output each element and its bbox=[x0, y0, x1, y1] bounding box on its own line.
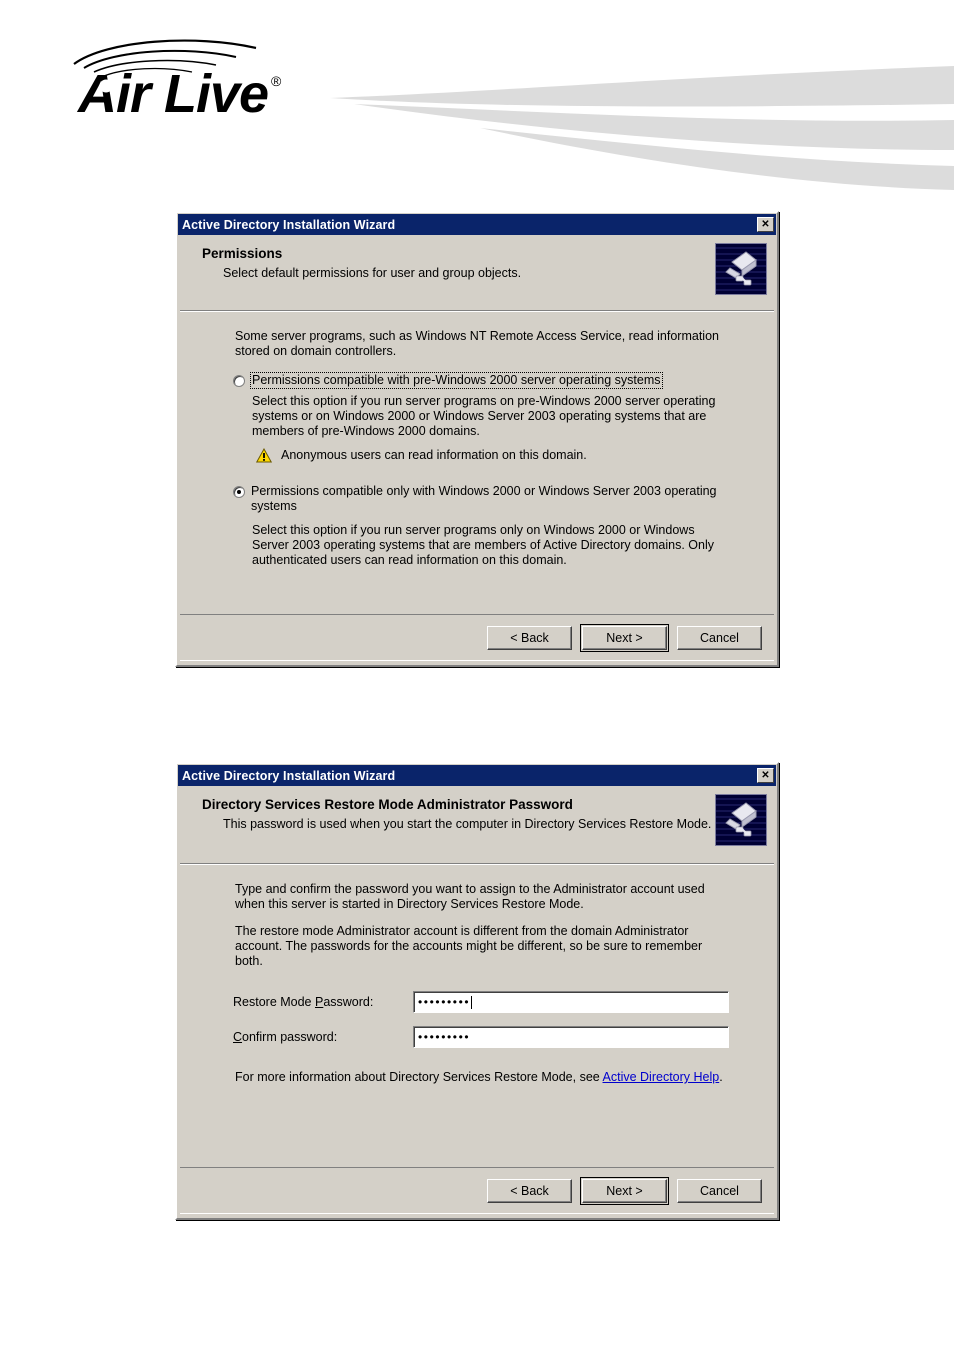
page-title: Permissions bbox=[202, 246, 283, 261]
dialog-titlebar: Active Directory Installation Wizard ✕ bbox=[178, 765, 776, 786]
option2-description: Select this option if you run server pro… bbox=[252, 523, 714, 567]
dialog-titlebar: Active Directory Installation Wizard ✕ bbox=[178, 214, 776, 235]
radio-button[interactable] bbox=[233, 486, 245, 498]
intro-text: Some server programs, such as Windows NT… bbox=[235, 329, 719, 358]
active-directory-wizard-icon bbox=[715, 243, 767, 295]
page-subtitle: Select default permissions for user and … bbox=[223, 266, 522, 280]
radio-option-label: Permissions compatible with pre-Windows … bbox=[250, 372, 663, 389]
wizard-header: Permissions Select default permissions f… bbox=[180, 239, 774, 311]
restore-mode-password-label: Restore Mode Password: bbox=[233, 994, 374, 1009]
page-title: Directory Services Restore Mode Administ… bbox=[202, 797, 573, 812]
decorative-swoosh bbox=[330, 66, 954, 190]
cancel-button[interactable]: Cancel bbox=[677, 1179, 762, 1203]
wizard-header: Directory Services Restore Mode Administ… bbox=[180, 790, 774, 864]
intro-paragraph-1: Type and confirm the password you want t… bbox=[235, 882, 705, 911]
svg-text:®: ® bbox=[271, 73, 282, 89]
svg-text:Air Live: Air Live bbox=[76, 64, 268, 122]
confirm-password-row: Confirm password: ••••••••• bbox=[180, 1026, 774, 1048]
option1-description: Select this option if you run server pro… bbox=[252, 394, 716, 438]
confirm-password-label: Confirm password: bbox=[233, 1029, 338, 1044]
back-button[interactable]: < Back bbox=[487, 626, 572, 650]
dialog-title: Active Directory Installation Wizard bbox=[182, 768, 396, 783]
intro-paragraph-2: The restore mode Administrator account i… bbox=[235, 924, 703, 968]
active-directory-wizard-icon bbox=[715, 794, 767, 846]
active-directory-wizard-dialog-permissions: Active Directory Installation Wizard ✕ P… bbox=[175, 211, 779, 667]
help-footer-suffix: . bbox=[719, 1070, 723, 1084]
active-directory-help-link[interactable]: Active Directory Help bbox=[603, 1070, 720, 1084]
restore-mode-password-input[interactable]: ••••••••• bbox=[413, 991, 729, 1013]
dialog-title: Active Directory Installation Wizard bbox=[182, 217, 396, 232]
airlive-logo: Air Live ® bbox=[66, 34, 356, 122]
radio-option-pre-windows-2000[interactable]: Permissions compatible with pre-Windows … bbox=[180, 372, 774, 389]
page-subtitle: This password is used when you start the… bbox=[223, 817, 712, 831]
radio-option-windows-2000-only[interactable]: Permissions compatible only with Windows… bbox=[180, 484, 774, 514]
wizard-body: Type and confirm the password you want t… bbox=[180, 864, 774, 1085]
warning-text: Anonymous users can read information on … bbox=[281, 448, 587, 462]
confirm-password-input[interactable]: ••••••••• bbox=[413, 1026, 729, 1048]
radio-option-label: Permissions compatible only with Windows… bbox=[251, 484, 717, 513]
warning-row: Anonymous users can read information on … bbox=[180, 447, 774, 467]
cancel-button[interactable]: Cancel bbox=[677, 626, 762, 650]
warning-triangle-icon bbox=[255, 447, 273, 467]
back-button[interactable]: < Back bbox=[487, 1179, 572, 1203]
next-button[interactable]: Next > bbox=[580, 624, 669, 652]
help-footer-prefix: For more information about Directory Ser… bbox=[235, 1070, 603, 1084]
password-value: ••••••••• bbox=[418, 1029, 471, 1044]
password-value: ••••••••• bbox=[418, 994, 471, 1009]
restore-mode-password-row: Restore Mode Password: ••••••••• bbox=[180, 991, 774, 1013]
page-header-banner: Air Live ® bbox=[0, 0, 954, 190]
radio-button[interactable] bbox=[233, 375, 245, 387]
close-icon[interactable]: ✕ bbox=[757, 217, 774, 232]
wizard-body: Some server programs, such as Windows NT… bbox=[180, 311, 774, 568]
close-icon[interactable]: ✕ bbox=[757, 768, 774, 783]
dialog-button-bar: < Back Next > Cancel bbox=[180, 1167, 774, 1214]
dialog-button-bar: < Back Next > Cancel bbox=[180, 614, 774, 661]
next-button[interactable]: Next > bbox=[580, 1177, 669, 1205]
help-footer-text: For more information about Directory Ser… bbox=[180, 1070, 774, 1085]
text-caret bbox=[471, 995, 473, 1009]
active-directory-wizard-dialog-restore-password: Active Directory Installation Wizard ✕ D… bbox=[175, 762, 779, 1220]
